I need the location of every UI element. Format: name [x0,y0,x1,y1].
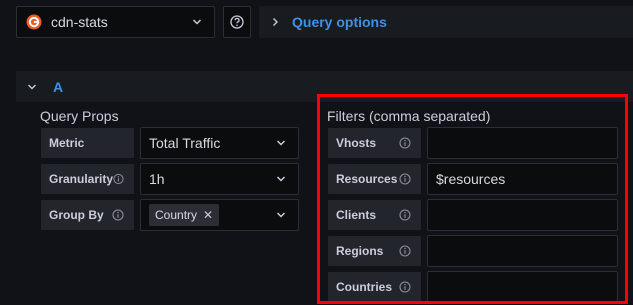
group-by-multiselect[interactable]: Country ✕ [140,199,299,231]
info-circle-icon[interactable] [113,173,124,185]
granularity-label: Granularity [40,163,135,195]
granularity-select[interactable]: 1h [140,163,299,195]
grafana-logo-icon [26,14,42,30]
group-by-tag: Country ✕ [149,204,220,226]
metric-select[interactable]: Total Traffic [140,127,299,159]
question-circle-icon [230,15,244,29]
filters-highlight-box [317,94,628,304]
chevron-down-icon [276,176,286,182]
query-options-label: Query options [292,14,387,30]
query-props-title: Query Props [40,108,119,124]
chevron-down-icon [28,84,36,89]
chevron-right-icon [273,18,278,26]
chevron-down-icon [276,140,286,146]
query-ref-id: A [53,78,64,95]
chevron-down-icon [276,212,286,218]
metric-label: Metric [40,127,135,159]
datasource-name: cdn-stats [51,14,108,30]
info-circle-icon[interactable] [112,209,124,221]
datasource-picker[interactable]: cdn-stats [16,6,215,38]
remove-tag-icon[interactable]: ✕ [203,208,213,222]
help-button[interactable] [223,6,251,38]
query-options-toggle[interactable]: Query options [259,6,633,38]
group-by-label: Group By [40,199,135,231]
chevron-down-icon [192,19,202,25]
